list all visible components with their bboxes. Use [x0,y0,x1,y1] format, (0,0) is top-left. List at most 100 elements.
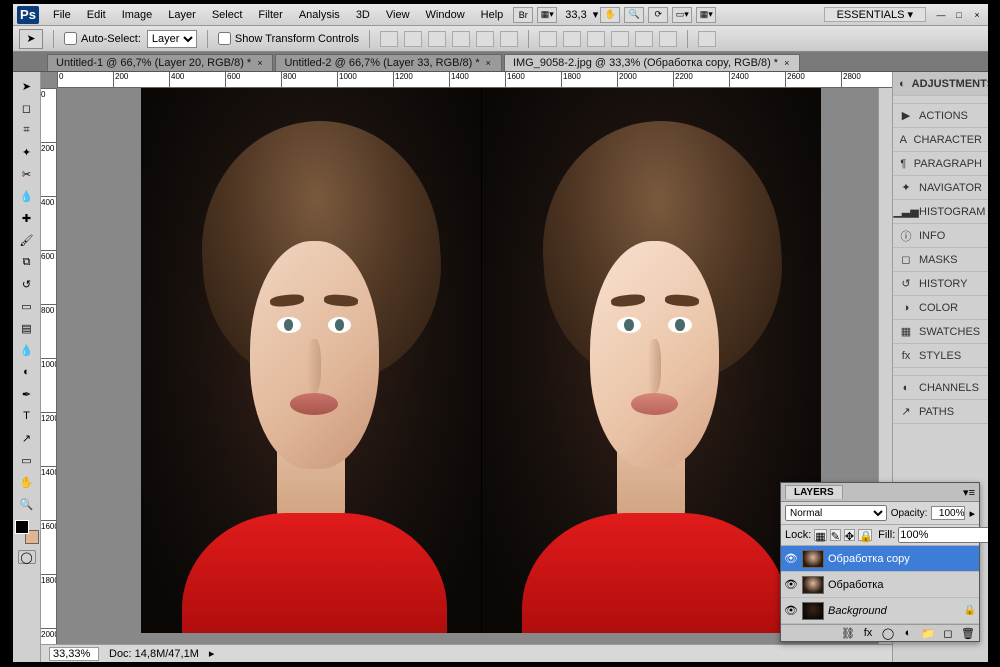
panel-styles[interactable]: fxSTYLES [893,344,988,368]
arrange-icon[interactable]: ▦▾ [537,7,557,23]
lock-pixels-icon[interactable]: ✎ [830,529,841,541]
dodge-tool[interactable]: ◐ [16,362,38,382]
panel-paths[interactable]: ↗PATHS [893,400,988,424]
fill-input[interactable] [898,527,988,543]
document-tab[interactable]: Untitled-1 @ 66,7% (Layer 20, RGB/8) *× [47,54,273,71]
menu-help[interactable]: Help [473,9,512,21]
layers-panel-titlebar[interactable]: LAYERS ▾≡ [781,483,979,502]
layer-thumbnail[interactable] [802,576,824,594]
auto-align-icon[interactable] [698,31,716,47]
screenmode-icon[interactable]: ▭▾ [672,7,692,23]
new-layer-icon[interactable]: ◻ [941,627,955,639]
link-layers-icon[interactable]: ⛓ [841,627,855,639]
menu-edit[interactable]: Edit [79,9,114,21]
pen-tool[interactable]: ✒ [16,384,38,404]
eyedrop-tool[interactable]: 💧 [16,186,38,206]
panel-navigator[interactable]: ✦NAVIGATOR [893,176,988,200]
layer-fx-icon[interactable]: fx [861,627,875,639]
menu-filter[interactable]: Filter [250,9,290,21]
menu-view[interactable]: View [378,9,418,21]
layer-name[interactable]: Background [828,605,960,617]
close-tab-icon[interactable]: × [784,58,789,68]
minimize-button[interactable]: — [934,9,948,21]
color-swatches[interactable] [15,520,39,544]
zoom-tool[interactable]: 🔍 [16,494,38,514]
layer-name[interactable]: Обработка [828,579,976,591]
layer-row[interactable]: 👁 Обработка [781,572,979,598]
auto-select-dropdown[interactable]: Layer [147,30,197,48]
panel-adjustments[interactable]: ◐ADJUSTMENTS [893,72,988,96]
wand-tool[interactable]: ✦ [16,142,38,162]
type-tool[interactable]: T [16,406,38,426]
panel-actions[interactable]: ▶ACTIONS [893,104,988,128]
panel-color[interactable]: ◑COLOR [893,296,988,320]
history-tool[interactable]: ↺ [16,274,38,294]
layer-row[interactable]: 👁 Обработка copy [781,546,979,572]
align-icon[interactable] [380,31,398,47]
extras-icon[interactable]: ▦▾ [696,7,716,23]
panel-history[interactable]: ↺HISTORY [893,272,988,296]
hand-tool[interactable]: ✋ [16,472,38,492]
lock-position-icon[interactable]: ✥ [844,529,855,541]
group-icon[interactable]: 📁 [921,627,935,639]
panel-paragraph[interactable]: ¶PARAGRAPH [893,152,988,176]
close-tab-icon[interactable]: × [486,58,491,68]
layer-thumbnail[interactable] [802,550,824,568]
marquee-tool[interactable]: ◻ [16,98,38,118]
close-button[interactable]: × [970,9,984,21]
document-tab[interactable]: IMG_9058-2.jpg @ 33,3% (Обработка copy, … [504,54,800,71]
panel-masks[interactable]: ◻MASKS [893,248,988,272]
visibility-icon[interactable]: 👁 [784,552,798,565]
show-transform-checkbox[interactable]: Show Transform Controls [218,32,359,45]
zoom-icon[interactable]: 🔍 [624,7,644,23]
document-canvas[interactable] [141,88,821,633]
panel-info[interactable]: ⓘINFO [893,224,988,248]
bridge-icon[interactable]: Br [513,7,533,23]
panel-character[interactable]: ACHARACTER [893,128,988,152]
heal-tool[interactable]: ✚ [16,208,38,228]
close-tab-icon[interactable]: × [257,58,262,68]
menu-file[interactable]: File [45,9,79,21]
visibility-icon[interactable]: 👁 [784,578,798,591]
panel-menu-icon[interactable]: ▾≡ [963,486,975,499]
quick-mask-icon[interactable]: ◯ [18,550,36,564]
blur-tool[interactable]: 💧 [16,340,38,360]
rotate-icon[interactable]: ⟳ [648,7,668,23]
lock-transparent-icon[interactable]: ▦ [814,529,826,541]
maximize-button[interactable]: □ [952,9,966,21]
crop-tool[interactable]: ✂ [16,164,38,184]
menu-window[interactable]: Window [418,9,473,21]
document-tab[interactable]: Untitled-2 @ 66,7% (Layer 33, RGB/8) *× [275,54,501,71]
workspace-switcher[interactable]: ESSENTIALS ▾ [824,7,926,22]
layer-row[interactable]: 👁Background🔒 [781,598,979,624]
rect-tool[interactable]: ▭ [16,450,38,470]
panel-histogram[interactable]: ▁▃▅HISTOGRAM [893,200,988,224]
eraser-tool[interactable]: ▭ [16,296,38,316]
delete-layer-icon[interactable]: 🗑 [961,627,975,639]
zoom-level[interactable]: 33,3 [559,9,592,21]
visibility-icon[interactable]: 👁 [784,604,798,617]
panel-swatches[interactable]: ▦SWATCHES [893,320,988,344]
layer-mask-icon[interactable]: ◯ [881,627,895,639]
status-arrow-icon[interactable]: ▸ [209,647,215,660]
menu-image[interactable]: Image [114,9,161,21]
menu-select[interactable]: Select [204,9,251,21]
opacity-input[interactable] [931,506,965,520]
move-tool[interactable]: ➤ [16,76,38,96]
layer-name[interactable]: Обработка copy [828,553,976,565]
opacity-arrow-icon[interactable]: ▸ [969,507,975,520]
brush-tool[interactable]: 🖌 [16,230,38,250]
auto-select-checkbox[interactable]: Auto-Select: [64,32,141,45]
stamp-tool[interactable]: ⧉ [16,252,38,272]
menu-3d[interactable]: 3D [348,9,378,21]
blend-mode-dropdown[interactable]: Normal [785,505,887,521]
lock-all-icon[interactable]: 🔒 [858,529,872,541]
layers-tab[interactable]: LAYERS [785,485,843,499]
gradient-tool[interactable]: ▤ [16,318,38,338]
panel-channels[interactable]: ◐CHANNELS [893,376,988,400]
adjustment-layer-icon[interactable]: ◐ [901,627,915,639]
status-zoom[interactable]: 33,33% [49,647,99,661]
distribute-icon[interactable] [539,31,557,47]
path-tool[interactable]: ↗ [16,428,38,448]
lasso-tool[interactable]: ⌗ [16,120,38,140]
